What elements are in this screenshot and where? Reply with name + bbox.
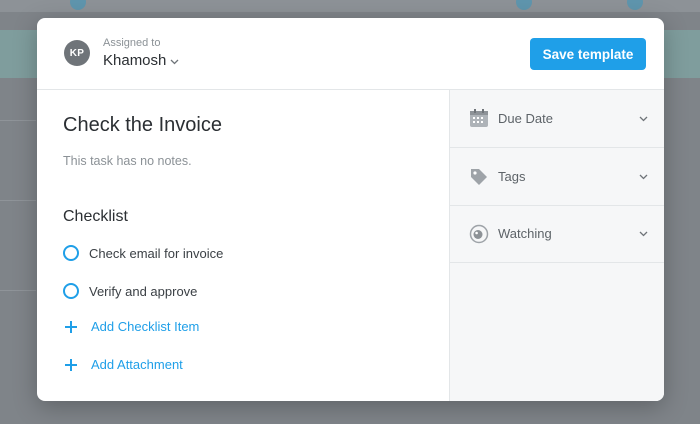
checklist-item-label: Check email for invoice: [89, 245, 224, 261]
assignee-dropdown[interactable]: Khamosh: [103, 52, 179, 69]
save-template-button[interactable]: Save template: [530, 38, 646, 70]
checklist-item[interactable]: Verify and approve: [63, 283, 197, 299]
modal-header: KP Assigned to Khamosh Save template: [37, 18, 664, 90]
tag-icon: [468, 166, 490, 188]
checkbox-circle[interactable]: [63, 245, 79, 261]
task-details: Check the Invoice This task has no notes…: [37, 90, 449, 401]
avatar: KP: [64, 40, 90, 66]
sidebar-item-watching[interactable]: Watching: [450, 205, 664, 263]
eye-icon: [468, 223, 490, 245]
sidebar-item-label: Tags: [498, 169, 526, 184]
chevron-down-icon: [170, 59, 179, 64]
task-sidebar: Due Date Tags Watching: [449, 90, 664, 401]
plus-icon: [65, 320, 77, 333]
background-divider: [0, 290, 36, 291]
sidebar-item-due-date[interactable]: Due Date: [450, 90, 664, 148]
checkbox-circle[interactable]: [63, 283, 79, 299]
calendar-icon: [468, 108, 490, 130]
task-notes[interactable]: This task has no notes.: [63, 154, 192, 168]
background-divider: [0, 200, 36, 201]
chevron-down-icon: [639, 174, 648, 179]
sidebar-item-label: Due Date: [498, 111, 553, 126]
chevron-down-icon: [639, 116, 648, 121]
checklist-item[interactable]: Check email for invoice: [63, 245, 223, 261]
add-attachment-button[interactable]: Add Attachment: [65, 357, 183, 372]
checklist-item-label: Verify and approve: [89, 283, 198, 299]
sidebar-item-label: Watching: [498, 226, 552, 241]
task-title[interactable]: Check the Invoice: [63, 114, 222, 137]
assignee-name: Khamosh: [103, 52, 167, 69]
task-template-modal: KP Assigned to Khamosh Save template Che…: [37, 18, 664, 401]
sidebar-item-tags[interactable]: Tags: [450, 148, 664, 206]
background-divider: [0, 120, 36, 121]
add-checklist-item-button[interactable]: Add Checklist Item: [65, 319, 199, 334]
assigned-to-label: Assigned to: [103, 37, 161, 49]
background-topbar: [0, 0, 700, 12]
checklist-heading: Checklist: [63, 208, 128, 225]
add-checklist-item-label: Add Checklist Item: [91, 319, 200, 334]
add-attachment-label: Add Attachment: [91, 357, 183, 372]
plus-icon: [65, 358, 77, 371]
chevron-down-icon: [639, 231, 648, 236]
